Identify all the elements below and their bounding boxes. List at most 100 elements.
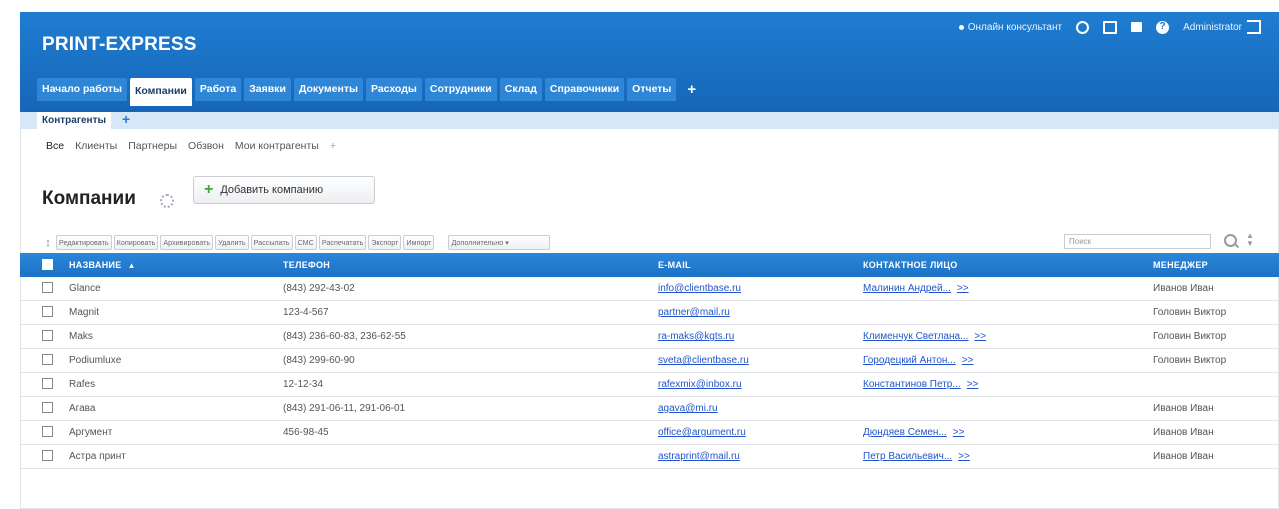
logout-icon[interactable] [1247,20,1261,34]
row-checkbox[interactable] [42,377,53,389]
search-input[interactable]: Поиск [1064,234,1211,249]
table-row[interactable]: Maks (843) 236-60-83, 236-62-55 ra-maks@kg… [20,325,1279,349]
table-row[interactable]: Podiumluxe (843) 299-60-90 sveta@clientbas… [20,349,1279,373]
row-checkbox[interactable] [42,425,53,437]
messages-icon[interactable] [1103,20,1118,34]
row-checkbox[interactable] [42,281,53,293]
toolbar-button-7[interactable]: Экспорт [368,235,402,250]
tab-6[interactable]: Сотрудники [424,78,497,101]
contact-link[interactable]: Клименчук Светлана... [863,331,968,342]
row-checkbox[interactable] [42,305,53,317]
tab-4[interactable]: Документы [293,78,363,101]
toolbar-button-8[interactable]: Импорт [403,235,435,250]
header: PRINT-EXPRESS Онлайн консультант ? Admin… [20,12,1279,112]
settings-icon[interactable] [1076,20,1090,34]
contact-link[interactable]: Дюндяев Семен... [863,427,947,438]
tab-8[interactable]: Справочники [544,78,625,101]
company-name[interactable]: Rafes [69,379,283,390]
filter-link-1[interactable]: Клиенты [75,140,117,152]
email-link[interactable]: astraprint@mail.ru [658,451,740,462]
contact-more-link[interactable]: >> [953,427,965,438]
company-name[interactable]: Астра принт [69,451,283,462]
table-row[interactable]: Аргумент 456-98-45 office@argument.ru Дюндя… [20,421,1279,445]
column-header-phone[interactable]: Телефон [283,260,658,270]
company-name[interactable]: Podiumluxe [69,355,283,366]
add-company-label: Добавить компанию [220,184,324,196]
email-link[interactable]: rafexmix@inbox.ru [658,379,742,390]
email-link[interactable]: office@argument.ru [658,427,746,438]
contact-more-link[interactable]: >> [974,331,986,342]
contact-link[interactable]: Городецкий Антон... [863,355,956,366]
column-header-manager[interactable]: Менеджер [1153,260,1279,270]
table-row[interactable]: Агава (843) 291-06-11, 291-06-01 agava@mi.… [20,397,1279,421]
tab-7[interactable]: Склад [499,78,542,101]
filter-link-2[interactable]: Партнеры [128,140,177,152]
filter-link-0[interactable]: Все [46,140,64,152]
email-link[interactable]: ra-maks@kgts.ru [658,331,734,342]
filter-link-3[interactable]: Обзвон [188,140,224,152]
contact-link[interactable]: Константинов Петр... [863,379,961,390]
user-name: Administrator [1183,21,1242,33]
email-link[interactable]: agava@mi.ru [658,403,718,414]
page-title: Компании [42,188,136,209]
toolbar-button-1[interactable]: Копировать [113,235,159,250]
toolbar-more-dropdown[interactable]: Дополнительно ▾ [448,235,551,250]
row-checkbox[interactable] [42,401,53,413]
toolbar-button-0[interactable]: Редактировать [56,235,112,250]
add-subtab-button[interactable]: + [122,111,130,127]
row-checkbox[interactable] [42,329,53,341]
online-consultant-link[interactable]: Онлайн консультант [958,22,1062,33]
contact-more-link[interactable]: >> [962,355,974,366]
user-menu[interactable]: Administrator [1183,20,1261,34]
row-checkbox[interactable] [42,353,53,365]
tab-5[interactable]: Расходы [365,78,422,101]
toolbar-button-5[interactable]: СМС [294,235,317,250]
toolbar-button-6[interactable]: Распечатать [318,235,367,250]
filter-link-5[interactable]: + [330,140,336,152]
email-link[interactable]: sveta@clientbase.ru [658,355,749,366]
contact-more-link[interactable]: >> [957,283,969,294]
help-icon[interactable]: ? [1156,20,1170,34]
company-name[interactable]: Glance [69,283,283,294]
sort-toggle-icon[interactable]: ▲ ▼ [1246,232,1254,248]
toolbar-button-3[interactable]: Удалить [215,235,249,250]
tab-2[interactable]: Работа [194,78,242,101]
tab-9[interactable]: Отчеты [627,78,677,101]
table-row[interactable]: Magnit 123-4-567 partner@mail.ru Головин Ви… [20,301,1279,325]
company-phone: 123-4-567 [283,307,329,318]
select-arrow-icon[interactable]: ↕ [42,236,54,250]
company-name[interactable]: Агава [69,403,283,414]
table-row[interactable]: Rafes 12-12-34 rafexmix@inbox.ru Константин… [20,373,1279,397]
column-header-contact[interactable]: Контактное лицо [863,260,1153,270]
column-header-email[interactable]: E-mail [658,260,863,270]
calendar-icon[interactable] [1131,22,1143,32]
search-icon[interactable] [1224,234,1237,247]
toolbar-button-2[interactable]: Архивировать [160,235,214,250]
gear-icon[interactable] [160,194,174,208]
table-row[interactable]: Glance (843) 292-43-02 info@clientbase.ru М… [20,277,1279,301]
table-row[interactable]: Астра принт astraprint@mail.ru Петр Василь… [20,445,1279,469]
filter-link-4[interactable]: Мои контрагенты [235,140,319,152]
contact-more-link[interactable]: >> [967,379,979,390]
contact-link[interactable]: Петр Васильевич... [863,451,952,462]
tab-0[interactable]: Начало работы [37,78,127,101]
email-link[interactable]: partner@mail.ru [658,307,730,318]
company-name[interactable]: Аргумент [69,427,283,438]
company-name[interactable]: Magnit [69,307,283,318]
table-header: Название ▲ Телефон E-mail Контактное лицо… [20,253,1279,277]
add-company-button[interactable]: + Добавить компанию [193,176,375,204]
brand-logo[interactable]: PRINT-EXPRESS [42,34,197,56]
online-dot-icon [958,24,964,30]
contact-link[interactable]: Малинин Андрей... [863,283,951,294]
row-checkbox[interactable] [42,449,53,461]
tab-3[interactable]: Заявки [244,78,291,101]
column-header-name[interactable]: Название ▲ [69,260,283,270]
add-tab-button[interactable]: + [679,78,704,101]
email-link[interactable]: info@clientbase.ru [658,283,741,294]
company-name[interactable]: Maks [69,331,283,342]
tab-1[interactable]: Компании [129,78,192,106]
subtab-contractors[interactable]: Контрагенты [37,112,112,129]
select-all-checkbox[interactable] [42,258,53,270]
contact-more-link[interactable]: >> [958,451,970,462]
toolbar-button-4[interactable]: Рассылать [250,235,293,250]
